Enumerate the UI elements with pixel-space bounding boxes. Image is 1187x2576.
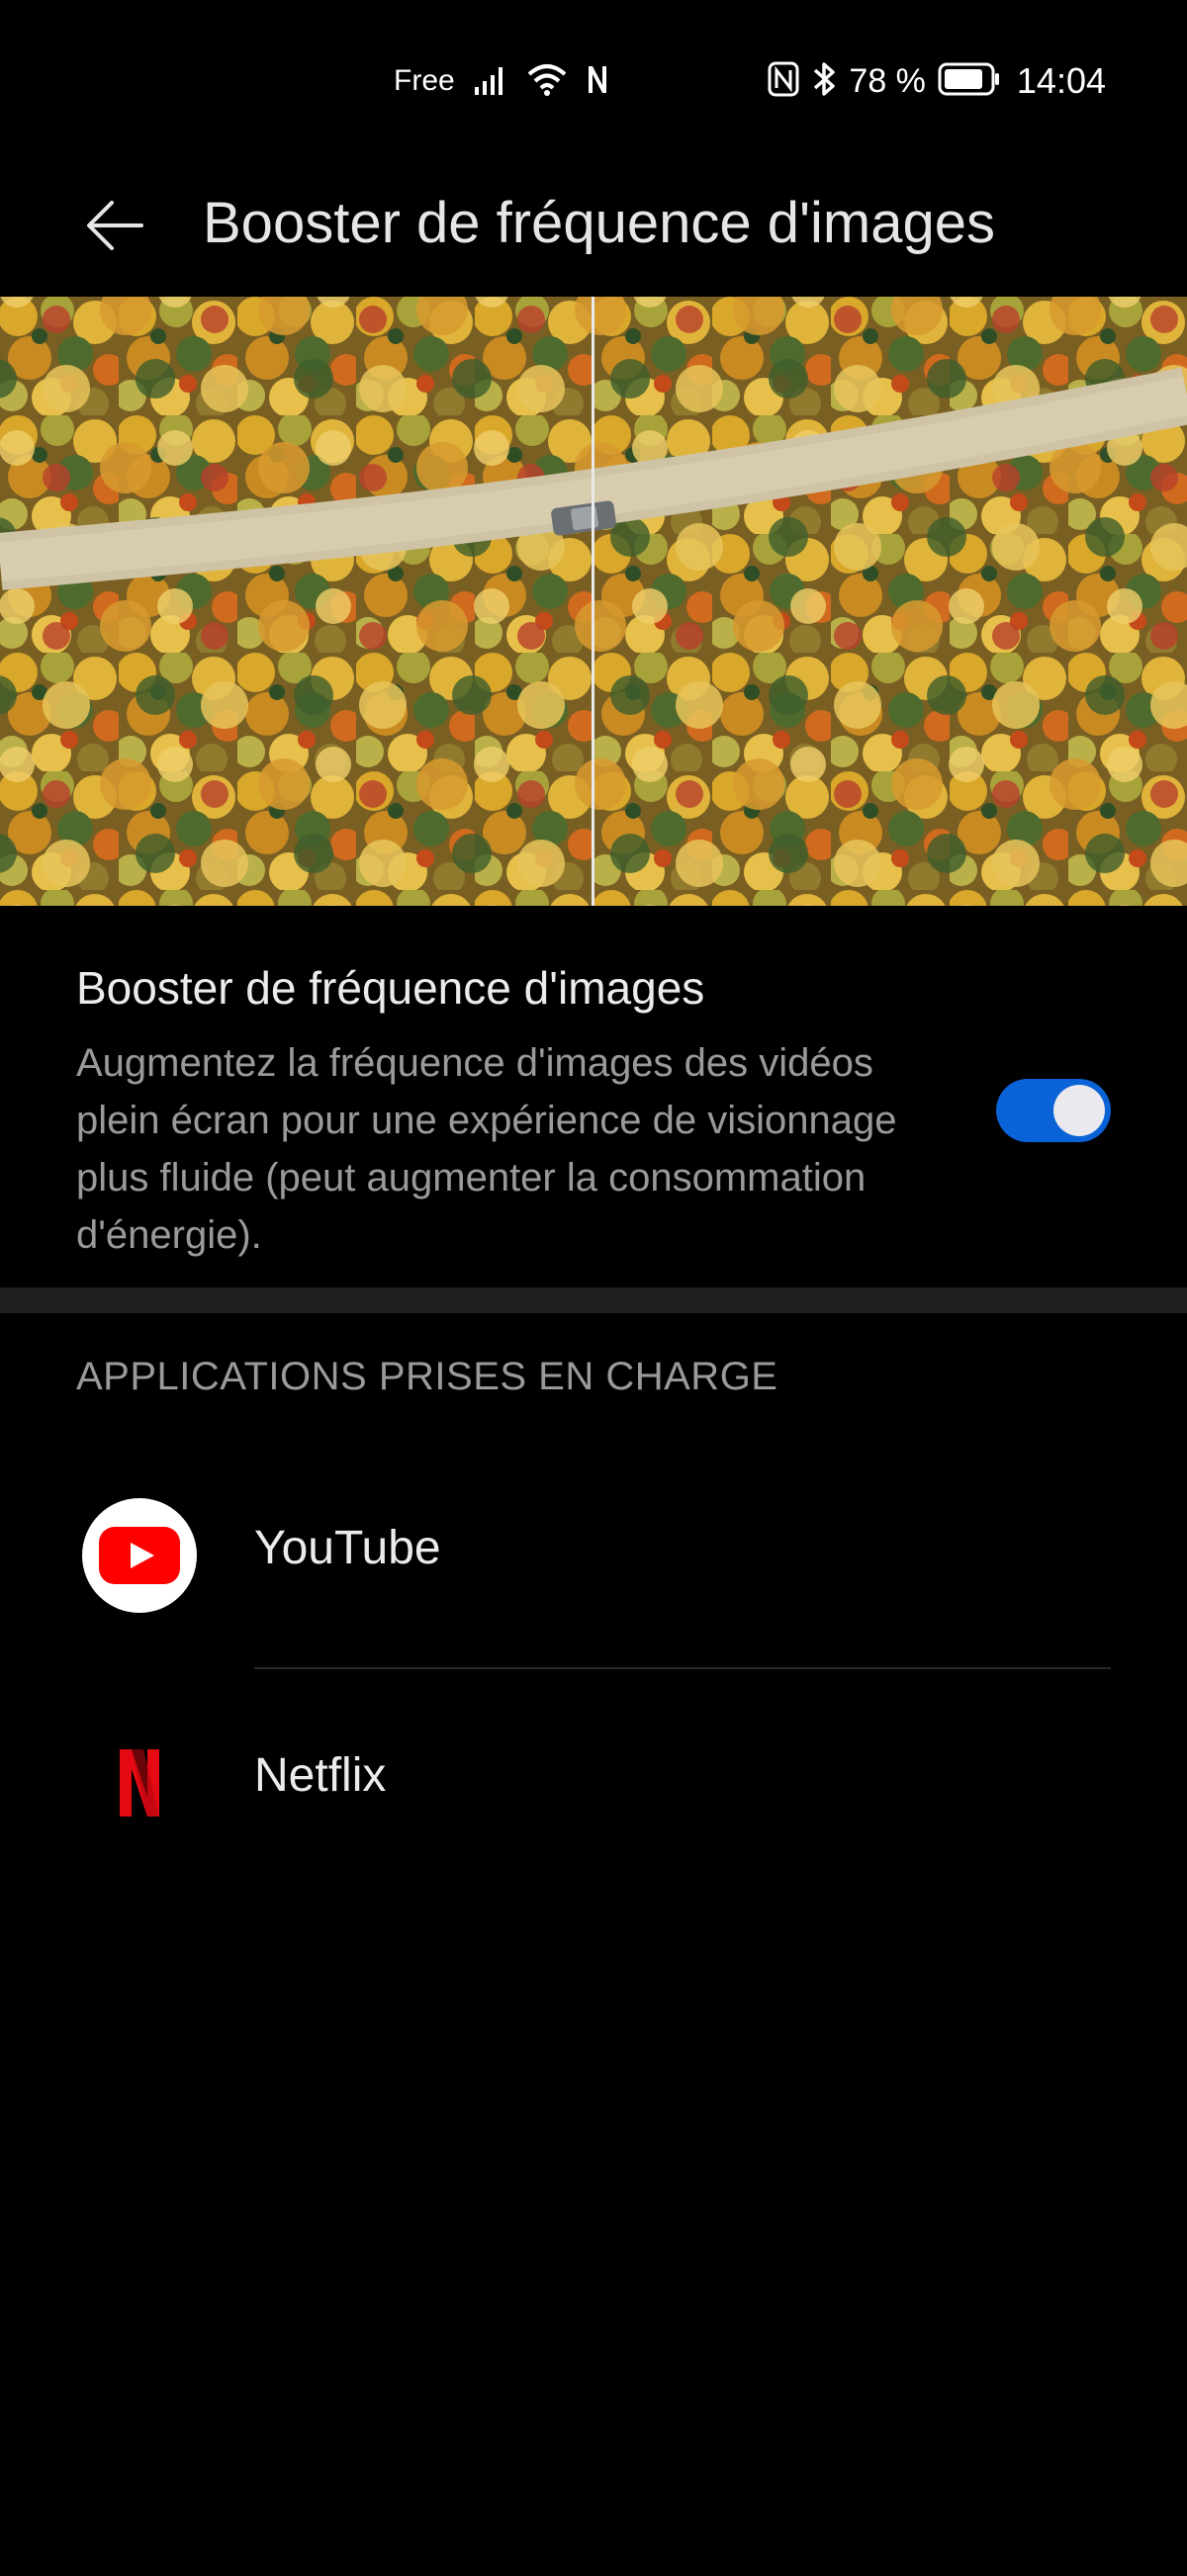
battery-icon bbox=[938, 62, 1001, 101]
setting-description: Augmentez la fréquence d'images des vidé… bbox=[76, 1041, 897, 1257]
status-bar-right: 78 % 14:04 bbox=[768, 55, 1106, 107]
status-bar: Free 78 % 14:04 bbox=[0, 0, 1187, 158]
comparison-preview-image bbox=[0, 297, 1187, 906]
youtube-icon bbox=[82, 1498, 197, 1613]
app-item-youtube[interactable]: YouTube bbox=[0, 1442, 1187, 1669]
bluetooth-icon bbox=[811, 60, 837, 103]
back-button[interactable] bbox=[71, 184, 158, 271]
nfc-icon bbox=[768, 61, 799, 102]
page-title: Booster de fréquence d'images bbox=[203, 191, 996, 255]
frame-rate-booster-setting: Booster de fréquence d'images Augmentez … bbox=[0, 906, 1187, 1288]
app-item-netflix[interactable]: Netflix bbox=[0, 1669, 1187, 1897]
toggle-knob bbox=[1053, 1085, 1105, 1136]
frame-rate-booster-toggle[interactable] bbox=[996, 1079, 1111, 1142]
carrier-label: Free bbox=[394, 64, 455, 97]
netflix-icon bbox=[82, 1726, 197, 1840]
signal-icon bbox=[473, 63, 508, 100]
clock: 14:04 bbox=[1016, 60, 1106, 101]
app-bar: Booster de fréquence d'images bbox=[0, 158, 1187, 297]
app-name: YouTube bbox=[254, 1522, 441, 1574]
supported-apps-header: APPLICATIONS PRISES EN CHARGE bbox=[76, 1355, 778, 1398]
wifi-icon bbox=[526, 62, 568, 101]
setting-title: Booster de fréquence d'images bbox=[76, 962, 705, 1014]
n-notification-icon bbox=[586, 63, 609, 100]
section-divider bbox=[0, 1288, 1187, 1313]
status-bar-left: Free bbox=[394, 55, 609, 107]
arrow-left-icon bbox=[80, 191, 149, 265]
battery-percent: 78 % bbox=[849, 61, 926, 100]
app-name: Netflix bbox=[254, 1749, 387, 1802]
